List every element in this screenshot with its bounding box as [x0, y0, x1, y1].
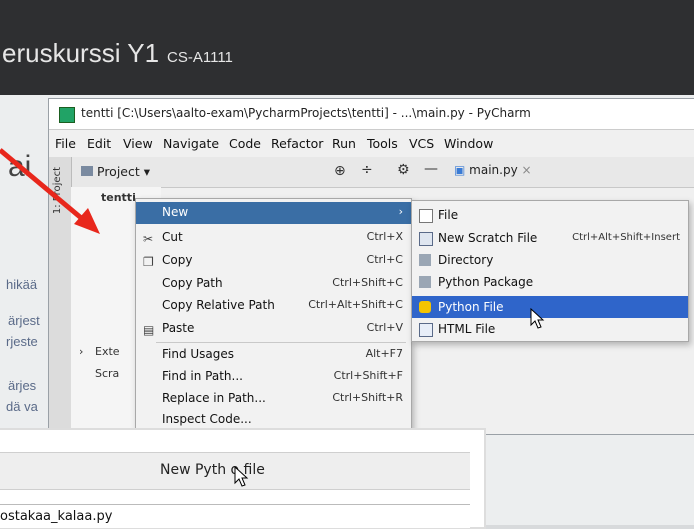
copy-icon: ❐ [143, 255, 154, 269]
menu-item-label: Copy Relative Path [162, 298, 275, 312]
menu-tools[interactable]: Tools [367, 136, 398, 151]
page-text-fragment: ärjest [8, 313, 40, 328]
pycharm-icon [59, 107, 75, 123]
tree-item-external[interactable]: Exte [95, 345, 120, 358]
page-text-fragment: hikää [6, 277, 38, 292]
menu-item-cut[interactable]: ✂ Cut Ctrl+X [136, 227, 411, 249]
html-file-icon [419, 323, 433, 337]
tab-label: main.py [469, 163, 518, 177]
tool-window-strip: 1: Project [49, 157, 72, 434]
menu-item-paste[interactable]: ▤ Paste Ctrl+V [136, 318, 411, 340]
locate-icon[interactable]: ⊕ [334, 163, 346, 179]
scratch-file-icon [419, 232, 433, 246]
python-file-icon [419, 301, 431, 313]
menu-item-shortcut: Ctrl+Alt+Shift+C [308, 298, 403, 311]
menu-item-label: Find in Path... [162, 369, 243, 383]
menu-window[interactable]: Window [444, 136, 493, 151]
menu-separator [156, 342, 406, 343]
submenu-item-label: New Scratch File [438, 231, 538, 245]
tree-expand-icon[interactable]: › [79, 345, 83, 358]
course-title-text: eruskurssi Y1 [2, 38, 160, 68]
page-heading-fragment: ai [8, 150, 32, 183]
menu-item-new[interactable]: New › [136, 202, 411, 224]
submenu-item-label: Python File [438, 300, 504, 314]
menu-file[interactable]: File [55, 136, 76, 151]
submenu-item-label: File [438, 208, 459, 222]
submenu-item-html-file[interactable]: HTML File [412, 318, 688, 340]
menu-item-shortcut: Ctrl+V [366, 321, 403, 334]
page-text-fragment: ärjes [8, 378, 37, 393]
submenu-item-directory[interactable]: Directory [412, 249, 688, 271]
file-icon [419, 209, 433, 223]
folder-icon [419, 254, 431, 266]
submenu-item-label: Directory [438, 253, 494, 267]
menu-item-copy[interactable]: ❐ Copy Ctrl+C [136, 250, 411, 272]
submenu-item-python-file[interactable]: Python File [412, 296, 688, 318]
menu-item-label: Copy Path [162, 276, 223, 290]
submenu-item-label: HTML File [438, 322, 496, 336]
submenu-item-python-package[interactable]: Python Package [412, 271, 688, 293]
submenu-item-label: Python Package [438, 275, 534, 289]
collapse-icon[interactable]: ÷ [361, 162, 373, 178]
project-label: Project [97, 164, 140, 179]
window-title: tentti [C:\Users\aalto-exam\PycharmProje… [81, 106, 531, 120]
close-icon[interactable]: × [522, 163, 532, 177]
submenu-item-shortcut: Ctrl+Alt+Shift+Insert [572, 232, 680, 243]
menu-item-find-in-path[interactable]: Find in Path... Ctrl+Shift+F [136, 366, 411, 388]
filename-value: ostakaa_kalaa.py [0, 509, 113, 524]
menu-code[interactable]: Code [229, 136, 261, 151]
menu-item-shortcut: Ctrl+Shift+C [332, 276, 403, 289]
page-text-fragment: dä va [6, 399, 38, 414]
side-tab-project[interactable]: 1: Project [52, 167, 63, 214]
menu-item-label: Find Usages [162, 347, 235, 361]
menu-item-label: New [162, 205, 189, 219]
mouse-cursor-icon [234, 466, 249, 487]
course-code: CS-A1111 [167, 49, 233, 66]
menu-item-label: Replace in Path... [162, 391, 266, 405]
menu-view[interactable]: View [123, 136, 153, 151]
menu-item-find-usages[interactable]: Find Usages Alt+F7 [136, 344, 411, 366]
menu-item-shortcut: Ctrl+Shift+F [333, 369, 403, 382]
tree-root[interactable]: tentti [101, 191, 136, 204]
window-titlebar[interactable]: tentti [C:\Users\aalto-exam\PycharmProje… [49, 99, 694, 130]
filename-input[interactable]: ostakaa_kalaa.py [0, 504, 470, 528]
menu-item-shortcut: Ctrl+C [366, 253, 403, 266]
submenu-item-new-scratch-file[interactable]: New Scratch File Ctrl+Alt+Shift+Insert [412, 227, 688, 249]
scissors-icon: ✂ [143, 232, 154, 246]
package-icon [419, 276, 431, 288]
menu-item-copy-path[interactable]: Copy Path Ctrl+Shift+C [136, 273, 411, 295]
menu-item-shortcut: Ctrl+X [366, 230, 403, 243]
project-toolbar: Project ▾ ⊕ ÷ ⚙ — ▣ main.py × [49, 157, 694, 188]
tree-item-scratches[interactable]: Scra [95, 367, 119, 380]
menu-edit[interactable]: Edit [87, 136, 111, 151]
paste-icon: ▤ [143, 323, 155, 337]
menu-item-label: Paste [162, 321, 195, 335]
python-file-icon: ▣ [454, 163, 466, 177]
tab-main-py[interactable]: ▣ main.py × [454, 163, 532, 177]
menu-item-shortcut: Ctrl+Shift+R [332, 391, 403, 404]
submenu-item-file[interactable]: File [412, 204, 688, 226]
menu-item-shortcut: Alt+F7 [365, 347, 403, 360]
menu-item-label: Inspect Code... [162, 412, 252, 426]
new-submenu: File New Scratch File Ctrl+Alt+Shift+Ins… [411, 200, 689, 342]
mouse-cursor-icon [530, 308, 545, 329]
project-icon [81, 166, 93, 176]
submenu-arrow-icon: › [398, 205, 403, 218]
project-view-selector[interactable]: Project ▾ [97, 164, 150, 179]
page-text-fragment: rjeste [6, 334, 38, 349]
menu-navigate[interactable]: Navigate [163, 136, 219, 151]
menu-item-label: Copy [162, 253, 193, 267]
menu-item-copy-relative-path[interactable]: Copy Relative Path Ctrl+Alt+Shift+C [136, 295, 411, 317]
menu-run[interactable]: Run [332, 136, 356, 151]
menu-refactor[interactable]: Refactor [271, 136, 323, 151]
menu-item-label: Cut [162, 230, 183, 244]
hide-icon[interactable]: — [424, 161, 438, 177]
context-menu: New › ✂ Cut Ctrl+X ❐ Copy Ctrl+C Copy Pa… [135, 198, 412, 432]
gear-icon[interactable]: ⚙ [397, 162, 410, 178]
menu-bar: File Edit View Navigate Code Refactor Ru… [49, 131, 694, 157]
menu-vcs[interactable]: VCS [409, 136, 434, 151]
course-title: eruskurssi Y1 CS-A1111 [2, 38, 233, 69]
menu-item-replace-in-path[interactable]: Replace in Path... Ctrl+Shift+R [136, 388, 411, 410]
